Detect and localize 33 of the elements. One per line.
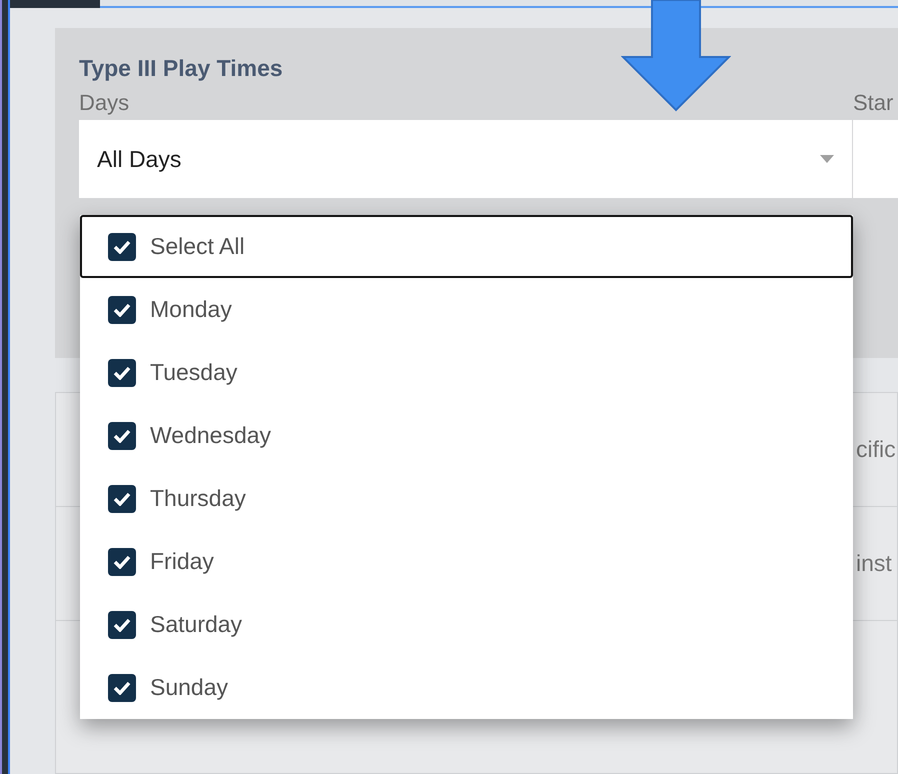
check-icon — [113, 366, 131, 380]
checkbox[interactable] — [108, 548, 136, 576]
check-icon — [113, 554, 131, 568]
checkbox[interactable] — [108, 610, 136, 638]
check-icon — [113, 302, 131, 316]
check-icon — [113, 680, 131, 694]
check-icon — [113, 240, 131, 254]
check-icon — [113, 492, 131, 506]
dropdown-option[interactable]: Friday — [80, 530, 853, 593]
row-text: cific — [856, 435, 896, 464]
checkbox[interactable] — [108, 358, 136, 386]
checkbox[interactable] — [108, 422, 136, 450]
dropdown-option[interactable]: Monday — [80, 278, 853, 341]
checkbox[interactable] — [108, 232, 136, 260]
check-icon — [113, 618, 131, 632]
dropdown-option[interactable]: Sunday — [80, 656, 853, 719]
section-title: Type III Play Times — [79, 54, 284, 83]
row-text: inst — [856, 549, 892, 578]
field-label: Days — [79, 89, 130, 117]
field-label: Star — [853, 89, 894, 117]
time-field[interactable] — [853, 120, 898, 198]
check-icon — [113, 428, 131, 442]
dropdown-option[interactable]: Wednesday — [80, 404, 853, 467]
down-arrow-icon — [621, 0, 731, 112]
checkbox[interactable] — [108, 296, 136, 324]
dropdown-option[interactable]: Saturday — [80, 593, 853, 656]
dropdown-option[interactable]: Select All — [80, 215, 853, 278]
days-select[interactable]: All Days — [79, 120, 853, 198]
checkbox[interactable] — [108, 674, 136, 702]
checkbox[interactable] — [108, 484, 136, 512]
caret-icon — [820, 155, 834, 163]
dropdown-option[interactable]: Thursday — [80, 467, 853, 530]
dropdown-option[interactable]: Tuesday — [80, 341, 853, 404]
